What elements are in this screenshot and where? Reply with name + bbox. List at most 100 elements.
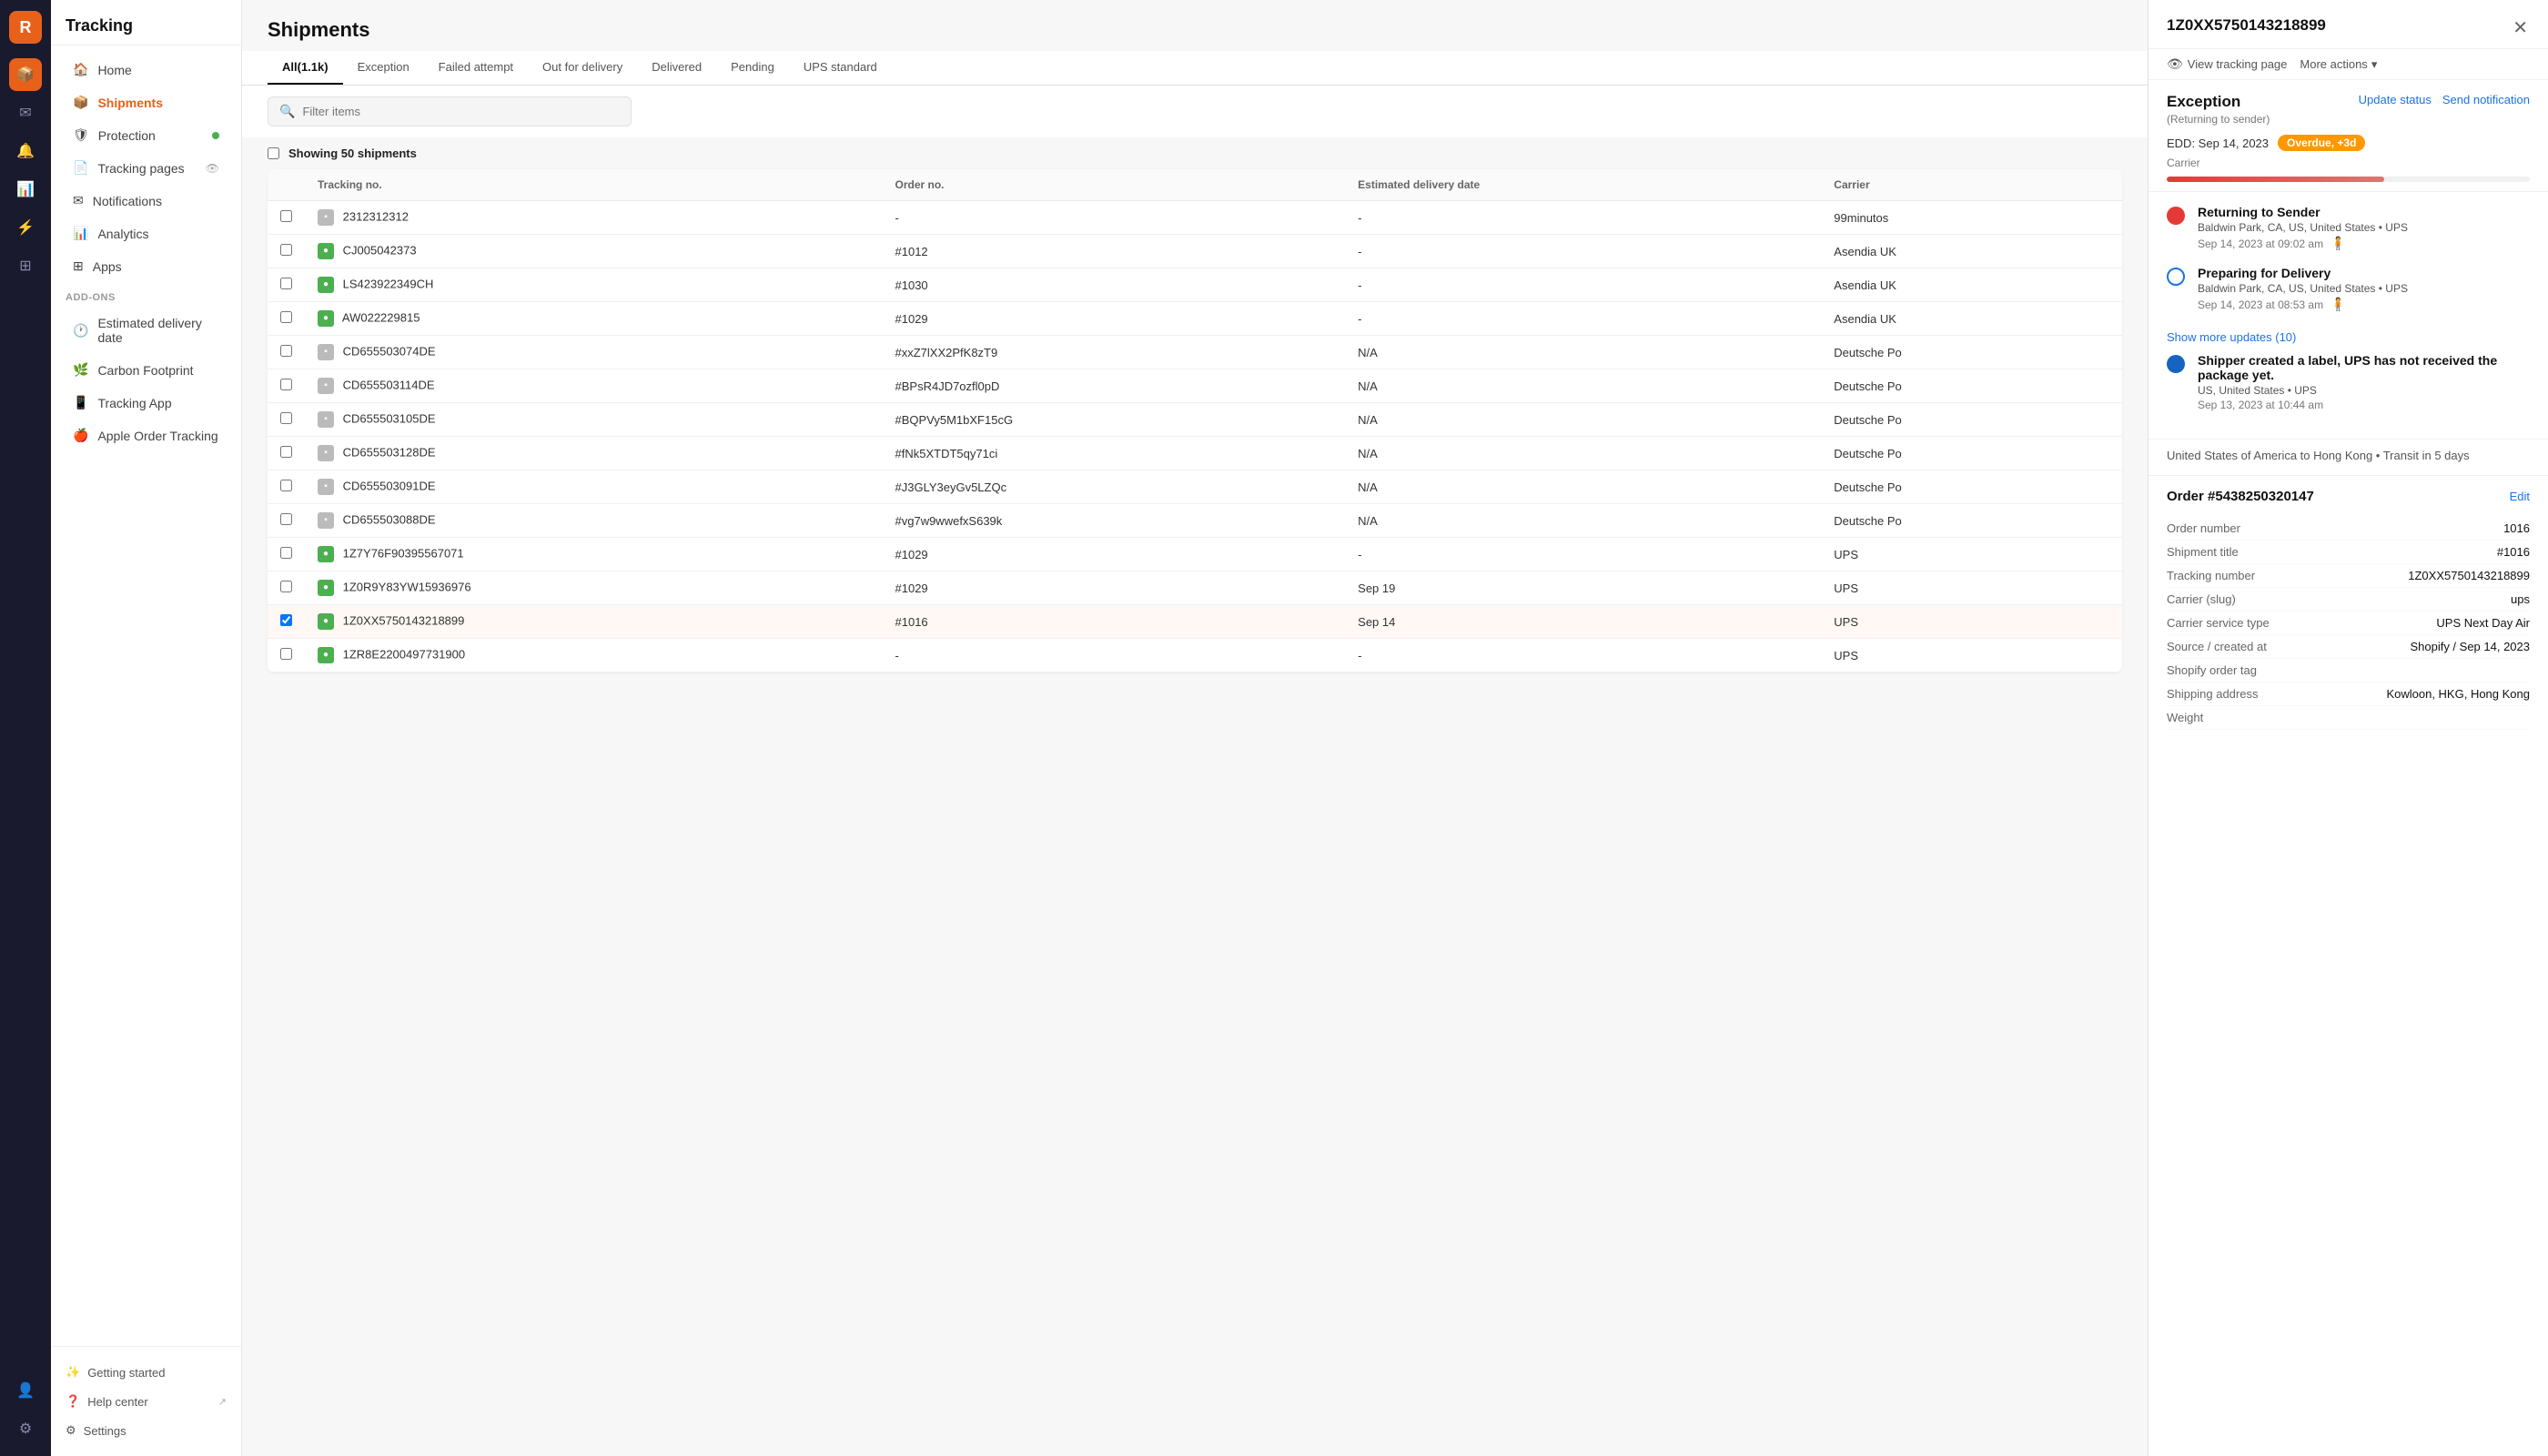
sidebar-item-help-center[interactable]: ❓ Help center ↗ (58, 1387, 234, 1416)
table-row[interactable]: ● 1Z0R9Y83YW15936976 #1029 Sep 19 UPS (268, 571, 2122, 605)
row-carrier: 99minutos (1821, 201, 2122, 235)
row-checkbox[interactable] (280, 379, 292, 390)
row-checkbox[interactable] (280, 244, 292, 256)
detail-actions: 👁 View tracking page More actions ▾ (2149, 49, 2548, 80)
nav-settings-icon[interactable]: ⚙ (9, 1412, 42, 1445)
row-checkbox[interactable] (280, 345, 292, 357)
select-all-checkbox[interactable] (268, 147, 279, 159)
shipments-icon: 📦 (73, 95, 88, 110)
table-row[interactable]: ▪ CD655503074DE #xxZ7lXX2PfK8zT9 N/A Deu… (268, 336, 2122, 369)
sidebar-item-tracking-app[interactable]: 📱 Tracking App (58, 387, 234, 419)
timeline-content-final: Shipper created a label, UPS has not rec… (2198, 353, 2530, 411)
detail-panel: 1Z0XX5750143218899 ✕ 👁 View tracking pag… (2148, 0, 2548, 1456)
row-tracking: ▪ CD655503105DE (305, 403, 883, 437)
main-header: Shipments (242, 0, 2148, 51)
row-checkbox[interactable] (280, 614, 292, 626)
sidebar-item-apple-tracking[interactable]: 🍎 Apple Order Tracking (58, 420, 234, 451)
row-edd: N/A (1345, 437, 1821, 470)
table-row[interactable]: ● AW022229815 #1029 - Asendia UK (268, 302, 2122, 336)
tab-delivered[interactable]: Delivered (637, 51, 716, 85)
row-checkbox[interactable] (280, 311, 292, 323)
row-checkbox[interactable] (280, 210, 292, 222)
row-checkbox[interactable] (280, 648, 292, 660)
table-row[interactable]: ▪ CD655503091DE #J3GLY3eyGv5LZQc N/A Deu… (268, 470, 2122, 504)
table-row[interactable]: ▪ CD655503105DE #BQPVy5M1bXF15cG N/A Deu… (268, 403, 2122, 437)
carrier-type-icon: ▪ (318, 209, 334, 226)
sidebar-item-carbon[interactable]: 🌿 Carbon Footprint (58, 354, 234, 386)
sidebar-item-tracking-pages[interactable]: 📄 Tracking pages 👁 (58, 152, 234, 184)
table-row[interactable]: ▪ 2312312312 - - 99minutos (268, 201, 2122, 235)
row-checkbox-cell (268, 538, 305, 571)
nav-mail-icon[interactable]: ✉ (9, 96, 42, 129)
tracking-number-value: AW022229815 (342, 310, 420, 324)
order-field-row: Shopify order tag (2167, 659, 2530, 682)
row-checkbox[interactable] (280, 278, 292, 289)
nav-chart-icon[interactable]: 📊 (9, 173, 42, 206)
search-input[interactable] (302, 105, 620, 118)
row-order: #1029 (883, 302, 1346, 336)
table-row[interactable]: ▪ CD655503128DE #fNk5XTDT5qy71ci N/A Deu… (268, 437, 2122, 470)
table-row[interactable]: ● LS423922349CH #1030 - Asendia UK (268, 268, 2122, 302)
tab-all[interactable]: All(1.1k) (268, 51, 343, 85)
send-notification-button[interactable]: Send notification (2442, 93, 2530, 106)
nav-bell-icon[interactable]: 🔔 (9, 135, 42, 167)
nav-lightning-icon[interactable]: ⚡ (9, 211, 42, 244)
row-edd: N/A (1345, 403, 1821, 437)
nav-grid-icon[interactable]: ⊞ (9, 249, 42, 282)
order-field-value: 1016 (2503, 521, 2530, 535)
sidebar-title: Tracking (51, 0, 241, 46)
tl-location-final: US, United States • UPS (2198, 384, 2530, 397)
row-checkbox[interactable] (280, 513, 292, 525)
sidebar-item-settings[interactable]: ⚙ Settings (58, 1416, 234, 1445)
tab-exception[interactable]: Exception (343, 51, 424, 85)
edd-label: EDD: Sep 14, 2023 (2167, 136, 2269, 150)
sidebar-item-shipments[interactable]: 📦 Shipments (58, 86, 234, 118)
table-row[interactable]: ▪ CD655503114DE #BPsR4JD7ozfl0pD N/A Deu… (268, 369, 2122, 403)
row-checkbox[interactable] (280, 446, 292, 458)
row-order: #BPsR4JD7ozfl0pD (883, 369, 1346, 403)
show-more-updates-link[interactable]: Show more updates (10) (2167, 327, 2530, 353)
tab-ups-standard[interactable]: UPS standard (789, 51, 892, 85)
row-checkbox-cell (268, 201, 305, 235)
sidebar-item-analytics[interactable]: 📊 Analytics (58, 217, 234, 249)
tl-time-2: Sep 14, 2023 at 08:53 am 🧍 (2198, 297, 2408, 312)
view-tracking-page-link[interactable]: 👁 View tracking page (2167, 56, 2287, 72)
nav-tracking-icon[interactable]: 📦 (9, 58, 42, 91)
sidebar-item-protection[interactable]: 🛡 Protection (58, 119, 234, 151)
search-icon: 🔍 (279, 104, 295, 119)
sidebar-item-edd[interactable]: 🕐 Estimated delivery date (58, 308, 234, 353)
table-row[interactable]: ● 1Z0XX5750143218899 #1016 Sep 14 UPS (268, 605, 2122, 639)
table-row[interactable]: ● 1ZR8E2200497731900 - - UPS (268, 639, 2122, 672)
row-tracking: ● 1Z7Y76F90395567071 (305, 538, 883, 571)
nav-profile-icon[interactable]: 👤 (9, 1374, 42, 1407)
sidebar-item-home[interactable]: 🏠 Home (58, 54, 234, 86)
row-checkbox[interactable] (280, 412, 292, 424)
sidebar-label-protection: Protection (98, 128, 156, 143)
row-edd: - (1345, 302, 1821, 336)
row-checkbox[interactable] (280, 480, 292, 491)
update-status-button[interactable]: Update status (2359, 93, 2432, 106)
row-checkbox[interactable] (280, 581, 292, 592)
col-edd: Estimated delivery date (1345, 169, 1821, 201)
row-checkbox[interactable] (280, 547, 292, 559)
table-row[interactable]: ● 1Z7Y76F90395567071 #1029 - UPS (268, 538, 2122, 571)
row-order: #vg7w9wwefxS639k (883, 504, 1346, 538)
tab-failed-attempt[interactable]: Failed attempt (424, 51, 528, 85)
tab-out-for-delivery[interactable]: Out for delivery (528, 51, 637, 85)
more-actions-button[interactable]: More actions ▾ (2300, 57, 2377, 72)
tab-pending[interactable]: Pending (716, 51, 789, 85)
table-row[interactable]: ● CJ005042373 #1012 - Asendia UK (268, 235, 2122, 268)
carrier-type-icon: ● (318, 310, 334, 327)
col-order-no: Order no. (883, 169, 1346, 201)
row-tracking: ▪ CD655503088DE (305, 504, 883, 538)
sidebar-item-getting-started[interactable]: ✨ Getting started (58, 1358, 234, 1387)
order-field-row: Order number 1016 (2167, 517, 2530, 541)
sidebar-item-notifications[interactable]: ✉ Notifications (58, 185, 234, 217)
table-row[interactable]: ▪ CD655503088DE #vg7w9wwefxS639k N/A Deu… (268, 504, 2122, 538)
close-button[interactable]: ✕ (2511, 16, 2530, 39)
row-tracking: ▪ CD655503074DE (305, 336, 883, 369)
tracking-number-value: LS423922349CH (343, 277, 434, 290)
external-link-icon: ↗ (218, 1396, 227, 1408)
sidebar-item-apps[interactable]: ⊞ Apps (58, 250, 234, 282)
edit-order-link[interactable]: Edit (2510, 490, 2530, 503)
